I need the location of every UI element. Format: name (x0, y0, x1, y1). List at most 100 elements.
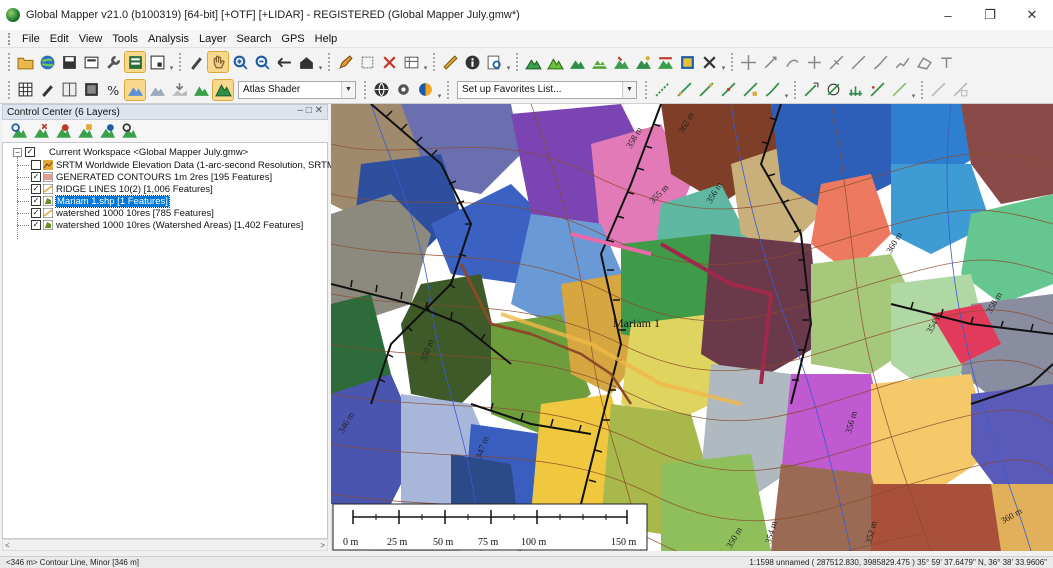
toolbar-grip[interactable] (8, 53, 11, 71)
layer-tree-horizontal-scrollbar[interactable]: < > (2, 539, 328, 551)
collapse-icon[interactable]: − (13, 147, 22, 157)
day-night-icon[interactable] (415, 80, 435, 100)
menu-edit[interactable]: Edit (45, 33, 74, 45)
select-area-icon[interactable] (357, 52, 377, 72)
digitizer-icon[interactable] (186, 52, 206, 72)
cut-fill-icon[interactable] (655, 52, 675, 72)
table-icon[interactable] (401, 52, 421, 72)
minimize-button[interactable]: – (927, 0, 969, 30)
menu-file[interactable]: File (17, 33, 45, 45)
layer-row-watershed-areas[interactable]: ✓ watershed 1000 10res (Watershed Areas)… (31, 219, 303, 231)
lidar-rotate-icon[interactable] (823, 80, 843, 100)
lidar-filter-icon[interactable] (801, 80, 821, 100)
layer-metadata-icon[interactable] (98, 122, 116, 140)
search-feature-icon[interactable] (484, 52, 504, 72)
online-data-globe-icon[interactable] (371, 80, 391, 100)
lidar-line-icon[interactable] (652, 80, 672, 100)
toolbar-overflow[interactable]: ▾ (720, 52, 727, 72)
info-icon[interactable] (462, 52, 482, 72)
toolbar-grip[interactable] (328, 53, 331, 71)
menu-search[interactable]: Search (232, 33, 277, 45)
lidar-select-icon[interactable] (740, 80, 760, 100)
draw-polyline-icon[interactable] (892, 52, 912, 72)
control-center-window-buttons[interactable]: – □ ✕ (297, 105, 323, 116)
volume-icon[interactable] (633, 52, 653, 72)
cancel-tool-icon[interactable] (699, 52, 719, 72)
toolbar-grip[interactable] (8, 80, 11, 99)
wrench-icon[interactable] (103, 52, 123, 72)
draw-area-icon[interactable] (914, 52, 934, 72)
chevron-down-icon[interactable]: ▼ (622, 81, 636, 98)
layer-row-contours[interactable]: ✓ GENERATED CONTOURS 1m 2res [195 Featur… (31, 171, 272, 183)
toolbar-grip[interactable] (516, 53, 519, 71)
scroll-left-icon[interactable]: < (5, 541, 10, 550)
zoom-in-icon[interactable] (230, 52, 250, 72)
move-vertex-icon[interactable] (738, 52, 758, 72)
menu-help[interactable]: Help (310, 33, 343, 45)
rotate-feature-icon[interactable] (782, 52, 802, 72)
globe-data-icon[interactable] (37, 52, 57, 72)
save-icon[interactable] (59, 52, 79, 72)
close-layer-icon[interactable] (32, 122, 50, 140)
layer-checkbox[interactable]: ✓ (31, 220, 41, 230)
lidar-measure-icon[interactable] (928, 80, 948, 100)
percent-transparency-icon[interactable]: % (103, 80, 123, 100)
layer-checkbox[interactable]: ✓ (31, 208, 41, 218)
grid-image-icon[interactable] (677, 52, 697, 72)
delete-feature-icon[interactable] (379, 52, 399, 72)
menu-analysis[interactable]: Analysis (143, 33, 194, 45)
close-button[interactable]: ✕ (1011, 0, 1053, 30)
layer-row-ridge-lines[interactable]: ✓ RIDGE LINES 10(2) [1,006 Features] (31, 183, 213, 195)
atlas-shader-icon[interactable] (212, 78, 234, 101)
toolbar-grip[interactable] (921, 80, 924, 99)
lidar-breakline-icon[interactable] (674, 80, 694, 100)
workspace-node[interactable]: − ✓ Current Workspace <Global Mapper Jul… (13, 146, 248, 158)
layer-options-icon[interactable] (76, 122, 94, 140)
settings-gear-icon[interactable] (393, 80, 413, 100)
watershed-icon[interactable] (611, 52, 631, 72)
toolbar-overflow[interactable]: ▾ (783, 80, 790, 100)
workspace-checkbox[interactable]: ✓ (25, 147, 35, 157)
lidar-edit-icon[interactable] (889, 80, 909, 100)
layer-checkbox[interactable]: ✓ (31, 172, 41, 182)
shader-select[interactable]: Atlas Shader ▼ (238, 80, 356, 99)
home-icon[interactable] (296, 52, 316, 72)
menu-grip[interactable] (8, 32, 11, 45)
draw-curve-icon[interactable] (870, 52, 890, 72)
layer-row-watershed-lines[interactable]: ✓ watershed 1000 10res [785 Features] (31, 207, 214, 219)
back-arrow-icon[interactable] (274, 52, 294, 72)
split-view-icon[interactable] (59, 80, 79, 100)
overview-icon[interactable] (147, 52, 167, 72)
map-canvas[interactable]: Mariam 1 362 m 358 m 356 m 355 m 360 m 3… (331, 104, 1053, 551)
pan-hand-icon[interactable] (207, 51, 229, 73)
pencil-icon[interactable] (335, 52, 355, 72)
open-layer-icon[interactable] (10, 122, 28, 140)
menu-gps[interactable]: GPS (276, 33, 309, 45)
toolbar-overflow[interactable]: ▾ (436, 80, 443, 100)
layer-row-srtm[interactable]: SRTM Worldwide Elevation Data (1-arc-sec… (31, 159, 335, 171)
menu-tools[interactable]: Tools (107, 33, 143, 45)
split-line-icon[interactable] (826, 52, 846, 72)
layer-zoom-icon[interactable] (120, 122, 138, 140)
terrain-profile-icon[interactable] (545, 52, 565, 72)
shaded-relief-icon[interactable] (124, 78, 146, 101)
menu-layer[interactable]: Layer (194, 33, 232, 45)
move-feature-icon[interactable] (760, 52, 780, 72)
open-folder-icon[interactable] (15, 52, 35, 72)
zoom-out-icon[interactable] (252, 52, 272, 72)
toolbar-overflow[interactable]: ▾ (168, 52, 175, 72)
chevron-down-icon[interactable]: ▼ (341, 81, 355, 98)
scroll-right-icon[interactable]: > (320, 541, 325, 550)
draw-line-icon[interactable] (848, 52, 868, 72)
measure-icon[interactable] (440, 52, 460, 72)
toolbar-grip[interactable] (447, 80, 450, 99)
toolbar-grip[interactable] (645, 80, 648, 99)
menu-view[interactable]: View (74, 33, 108, 45)
toolbar-overflow[interactable]: ▾ (505, 52, 512, 72)
export-icon[interactable] (81, 52, 101, 72)
layer-checkbox[interactable] (31, 160, 41, 170)
toolbar-grip[interactable] (731, 53, 734, 71)
layer-checkbox[interactable]: ✓ (31, 196, 41, 206)
layer-tree[interactable]: − ✓ Current Workspace <Global Mapper Jul… (2, 142, 335, 539)
lidar-grid-icon[interactable] (845, 80, 865, 100)
